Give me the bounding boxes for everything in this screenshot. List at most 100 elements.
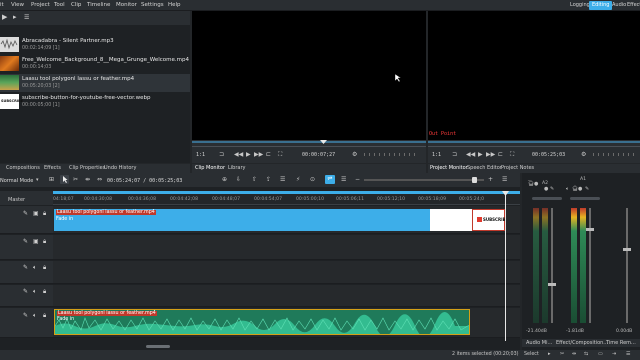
lock-icon[interactable]: 🔒︎ (43, 312, 46, 320)
master-fader[interactable] (623, 208, 631, 323)
forward-icon[interactable]: ▶▶ (254, 151, 263, 158)
rewind-icon[interactable]: ◀◀ (234, 151, 243, 158)
lock-icon[interactable]: 🔒︎ (43, 238, 46, 246)
menu-clip[interactable]: Clip (71, 2, 81, 8)
track-a3[interactable]: Laasu tool polygonl lassu or feather.mp4… (53, 308, 520, 338)
markers-icon[interactable]: ☰ (626, 351, 630, 357)
markers-icon[interactable]: ☰ (341, 176, 346, 183)
razor-tool-icon[interactable]: ✂ (73, 176, 78, 183)
volume-fader-a1[interactable] (586, 208, 594, 323)
zoom-out-icon[interactable]: − (355, 176, 360, 183)
project-monitor-timecode[interactable]: 00:05:25;03 (532, 152, 565, 158)
track-header-v2[interactable]: ✎ ▣ 🔒︎ (0, 206, 53, 234)
snap-icon[interactable]: ⊞ (49, 176, 54, 183)
track-header-a1[interactable]: ✎ 🔈︎ 🔒︎ (0, 261, 53, 284)
tab-compositions[interactable]: Compositions (6, 165, 40, 171)
tab-effects[interactable]: Effects (44, 165, 61, 171)
composite-icon[interactable]: ✎ (23, 210, 28, 217)
project-zoom-select[interactable]: 1:1 (432, 152, 441, 158)
mute-icon[interactable]: 🔈︎ (33, 288, 37, 296)
mute-icon[interactable]: 🔈︎ (33, 264, 37, 272)
track-v2[interactable]: Laasu tool polygonl lassu or feather.mp4… (53, 206, 520, 234)
play-icon[interactable]: ▶ (246, 151, 251, 158)
bin-clip-row[interactable]: Free_Welcome_Background_8__Mega_Grunge_W… (0, 55, 190, 73)
tab-effect-composition[interactable]: Effect/Composition... (556, 340, 608, 346)
tab-undo-history[interactable]: Undo History (104, 165, 136, 171)
extract-icon[interactable]: ⇪ (266, 176, 271, 183)
menu-timeline[interactable]: Timeline (87, 2, 110, 8)
menu-tool[interactable]: Tool (54, 2, 65, 8)
menu-icon[interactable]: ☰ (502, 176, 507, 183)
edit-mode-select[interactable]: Normal Mode (0, 178, 33, 184)
track-header-a2[interactable]: ✎ 🔈︎ 🔒︎ (0, 285, 53, 307)
tab-project-monitor[interactable]: Project Monitor (430, 165, 468, 171)
project-monitor-timebar[interactable] (428, 141, 640, 143)
fullscreen-icon[interactable]: ⛶ (510, 151, 514, 159)
mute-icon[interactable]: 🔈︎ (566, 186, 569, 192)
fader-handle[interactable] (548, 283, 556, 286)
playhead-marker-icon[interactable] (320, 140, 327, 144)
clip-monitor-timecode[interactable]: 00:00:07;27 (302, 152, 335, 158)
tab-time-remap[interactable]: Time Rem... (606, 340, 636, 346)
zone-bar[interactable] (53, 191, 520, 194)
hide-track-icon[interactable]: ▣ (33, 210, 39, 217)
image-clip[interactable]: SUBSCRIB (472, 209, 506, 231)
fader-handle[interactable] (623, 248, 631, 251)
play-icon[interactable]: ▶ (478, 151, 483, 158)
zoom-slider-handle[interactable] (472, 177, 477, 183)
multitrack-icon[interactable]: ☰ (280, 176, 285, 183)
settings-icon[interactable]: ⚙ (352, 151, 357, 158)
lock-icon[interactable]: 🔒︎ (43, 210, 46, 218)
fader-handle[interactable] (586, 228, 594, 231)
lock-icon[interactable]: 🔒︎ (43, 288, 46, 296)
insert-icon[interactable]: ⊕ (222, 176, 227, 183)
effects-icon[interactable]: ✎ (23, 312, 28, 319)
spacer-tool-icon[interactable]: ⇹ (85, 176, 90, 183)
overwrite-icon[interactable]: ⇩ (236, 176, 241, 183)
track-header-v1[interactable]: ✎ ▣ 🔒︎ (0, 235, 53, 260)
lift-icon[interactable]: ⇧ (252, 176, 257, 183)
menu-settings[interactable]: Settings (141, 2, 164, 8)
clip-zoom-select[interactable]: 1:1 (196, 152, 205, 158)
timeline-ruler[interactable] (53, 191, 520, 205)
menu-icon[interactable]: ☰ (24, 14, 31, 21)
hide-track-icon[interactable]: ▣ (33, 238, 39, 245)
edit-icon[interactable]: ✎ (550, 186, 554, 192)
tab-audio-mixer[interactable]: Audio Mi... (526, 340, 552, 346)
razor-tool-icon[interactable]: ✂ (560, 351, 564, 357)
menu-project[interactable]: Project (31, 2, 50, 8)
select-tool-button[interactable] (60, 175, 69, 184)
fullscreen-icon[interactable]: ⛶ (278, 151, 282, 159)
zoom-in-icon[interactable]: + (488, 176, 493, 183)
effects-icon[interactable]: ✎ (23, 264, 28, 271)
audio-clip[interactable]: Laasu tool polygonl lassu or feather.mp4… (54, 309, 470, 335)
tab-library[interactable]: Library (228, 165, 245, 171)
preview-icon[interactable]: ▭ (598, 351, 603, 357)
folder-icon[interactable]: ▸ (13, 14, 20, 21)
track-a2[interactable] (53, 285, 520, 307)
record-icon[interactable]: ⊙ (310, 176, 315, 183)
menu-help[interactable]: Help (168, 2, 181, 8)
in-point-icon[interactable]: ⊐ (452, 151, 457, 158)
zoom-slider[interactable] (364, 177, 484, 183)
out-point-icon[interactable]: ⊏ (498, 151, 503, 158)
track-header-a3[interactable]: ✎ 🔈︎ 🔒︎ (0, 308, 53, 338)
pan-slider-a1[interactable] (570, 197, 600, 200)
playhead-marker-icon[interactable] (502, 191, 509, 196)
out-point-icon[interactable]: ⊏ (266, 151, 271, 158)
pointer-icon[interactable]: ▸ (548, 351, 551, 357)
clip-monitor-screen[interactable] (192, 11, 426, 140)
bin-clip-row[interactable]: Abracadabra - Silent Partner.mp3 00:02:1… (0, 36, 190, 54)
video-clip[interactable]: Laasu tool polygonl lassu or feather.mp4… (54, 209, 430, 231)
effects-icon[interactable]: ✎ (23, 288, 28, 295)
ripple-tool-icon[interactable]: ⇔ (97, 176, 102, 183)
slip-tool-icon[interactable]: ⇆ (584, 351, 588, 357)
settings-icon[interactable]: ⚙ (581, 151, 586, 158)
edit-icon[interactable]: ✎ (585, 186, 589, 192)
workspace-effects[interactable]: Effects (624, 1, 640, 10)
horizontal-scrollbar[interactable] (146, 345, 170, 348)
render-icon[interactable]: ⇥ (612, 351, 616, 357)
bin-clip-row-selected[interactable]: Laasu tool polygonl lassu or feather.mp4… (0, 74, 190, 92)
add-clip-icon[interactable]: ▶ (2, 14, 9, 21)
tab-clip-properties[interactable]: Clip Properties (69, 165, 105, 171)
